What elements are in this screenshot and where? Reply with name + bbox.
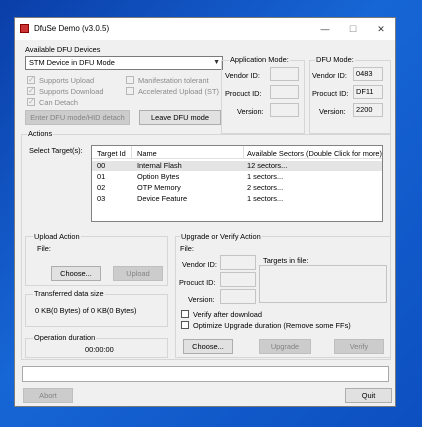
upgrade-choose-button[interactable]: Choose... <box>183 339 233 354</box>
abort-button[interactable]: Abort <box>23 388 73 403</box>
upgrade-file-label: File: <box>180 244 194 253</box>
verify-after-download-label: Verify after download <box>193 310 263 319</box>
device-select[interactable]: STM Device in DFU Mode ▼ <box>25 56 223 70</box>
chevron-down-icon[interactable]: ▼ <box>213 57 220 69</box>
upgrade-button[interactable]: Upgrade <box>259 339 311 354</box>
upgrade-vendor-id-label: Vendor ID: <box>182 260 217 269</box>
dfu-vendor-id-field: 0483 <box>353 67 383 81</box>
upload-choose-button[interactable]: Choose... <box>51 266 101 281</box>
dfu-product-id-label: Procuct ID: <box>312 89 349 98</box>
minimize-button[interactable]: — <box>315 22 335 36</box>
verify-button[interactable]: Verify <box>334 339 384 354</box>
targets-table-header: Target Id Name Available Sectors (Double… <box>92 146 382 159</box>
application-mode-label: Application Mode: <box>229 55 290 64</box>
upload-button[interactable]: Upload <box>113 266 163 281</box>
can-detach-label: Can Detach <box>39 98 79 107</box>
target-sectors-cell: 1 sectors... <box>247 172 284 181</box>
targets-table[interactable]: Target Id Name Available Sectors (Double… <box>91 145 383 222</box>
upgrade-vendor-id-field <box>220 255 256 270</box>
table-row[interactable]: 02 OTP Memory 2 sectors... <box>92 183 382 193</box>
quit-button[interactable]: Quit <box>345 388 392 403</box>
col-available-sectors[interactable]: Available Sectors (Double Click for more… <box>247 149 382 158</box>
app-vendor-id-label: Vendor ID: <box>225 71 260 80</box>
target-name-cell: Device Feature <box>137 194 188 203</box>
manifestation-tolerant-checkbox[interactable] <box>126 76 134 84</box>
upgrade-product-id-label: Procuct ID: <box>179 278 216 287</box>
dfuse-app-icon <box>20 24 29 33</box>
dfu-devices-group-label: Available DFU Devices <box>25 45 101 54</box>
accelerated-upload-label: Accelerated Upload (ST) <box>138 87 219 96</box>
app-version-field <box>270 103 299 117</box>
dfu-version-label: Version: <box>319 107 346 116</box>
target-name-cell: Option Bytes <box>137 172 180 181</box>
target-id-cell: 01 <box>97 172 106 181</box>
maximize-button[interactable]: ☐ <box>343 22 363 36</box>
app-version-label: Version: <box>237 107 264 116</box>
upload-action-label: Upload Action <box>33 232 81 241</box>
device-select-value: STM Device in DFU Mode <box>29 58 115 67</box>
supports-download-label: Supports Download <box>39 87 104 96</box>
targets-in-file-list[interactable] <box>259 265 387 303</box>
dfu-vendor-id-label: Vendor ID: <box>312 71 347 80</box>
optimize-upgrade-checkbox[interactable] <box>181 321 189 329</box>
upgrade-version-label: Version: <box>188 295 215 304</box>
supports-upload-checkbox[interactable] <box>27 75 35 84</box>
target-id-cell: 03 <box>97 194 106 203</box>
target-id-cell: 00 <box>97 161 106 170</box>
accelerated-upload-checkbox[interactable] <box>126 87 134 95</box>
window-title: DfuSe Demo (v3.0.5) <box>34 24 110 33</box>
table-row[interactable]: 01 Option Bytes 1 sectors... <box>92 172 382 182</box>
target-name-cell: Internal Flash <box>137 161 182 170</box>
targets-in-file-label: Targets in file: <box>263 256 309 265</box>
manifestation-tolerant-label: Manifestation tolerant <box>138 76 209 85</box>
table-row[interactable]: 03 Device Feature 1 sectors... <box>92 194 382 204</box>
can-detach-checkbox[interactable] <box>27 97 35 106</box>
target-sectors-cell: 1 sectors... <box>247 194 284 203</box>
upload-file-label: File: <box>37 244 51 253</box>
col-name[interactable]: Name <box>137 149 157 158</box>
app-vendor-id-field <box>270 67 299 81</box>
transferred-value: 0 KB(0 Bytes) of 0 KB(0 Bytes) <box>35 306 137 315</box>
table-row[interactable]: 00 Internal Flash 12 sectors... <box>92 161 382 171</box>
target-sectors-cell: 2 sectors... <box>247 183 284 192</box>
title-bar[interactable]: DfuSe Demo (v3.0.5) — ☐ ✕ <box>15 18 395 40</box>
app-product-id-field <box>270 85 299 99</box>
dfuse-window: DfuSe Demo (v3.0.5) — ☐ ✕ Available DFU … <box>14 17 396 407</box>
status-bar <box>22 366 389 382</box>
actions-group-label: Actions <box>27 129 54 138</box>
leave-dfu-mode-button[interactable]: Leave DFU mode <box>139 110 221 125</box>
select-targets-label: Select Target(s): <box>29 146 83 155</box>
supports-upload-label: Supports Upload <box>39 76 95 85</box>
target-id-cell: 02 <box>97 183 106 192</box>
enter-dfu-mode-button[interactable]: Enter DFU mode/HID detach <box>25 110 130 125</box>
optimize-upgrade-label: Optimize Upgrade duration (Remove some F… <box>193 321 351 330</box>
transferred-group-label: Transferred data size <box>33 289 105 298</box>
close-button[interactable]: ✕ <box>371 22 391 36</box>
operation-duration-label: Operation duration <box>33 333 97 342</box>
target-name-cell: OTP Memory <box>137 183 181 192</box>
dfu-version-field: 2200 <box>353 103 383 117</box>
col-target-id[interactable]: Target Id <box>97 149 126 158</box>
upgrade-version-field <box>220 289 256 304</box>
upgrade-verify-label: Upgrade or Verify Action <box>180 232 262 241</box>
upgrade-product-id-field <box>220 272 256 287</box>
verify-after-download-checkbox[interactable] <box>181 310 189 318</box>
app-product-id-label: Procuct ID: <box>225 89 262 98</box>
dfu-product-id-field: DF11 <box>353 85 383 99</box>
dfu-mode-label: DFU Mode: <box>315 55 355 64</box>
supports-download-checkbox[interactable] <box>27 86 35 95</box>
target-sectors-cell: 12 sectors... <box>247 161 288 170</box>
operation-duration-value: 00:00:00 <box>85 345 114 354</box>
